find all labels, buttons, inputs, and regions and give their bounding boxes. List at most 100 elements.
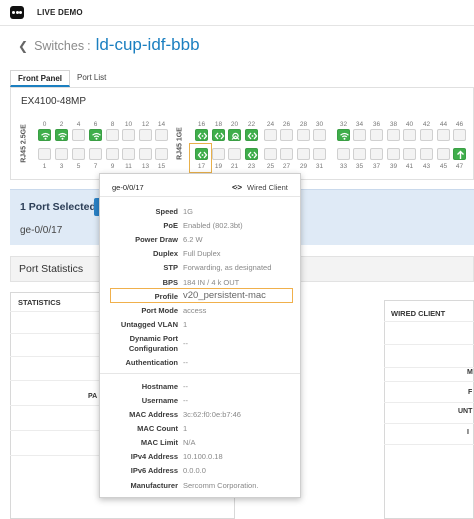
port-number-label: 40 — [405, 121, 414, 128]
port-29[interactable] — [297, 148, 310, 160]
port-16[interactable] — [195, 129, 208, 141]
popup-client-type: <·> Wired Client — [232, 183, 288, 192]
wired-client-row-label: I — [467, 429, 469, 436]
port-12[interactable] — [139, 129, 152, 141]
port-32[interactable] — [337, 129, 350, 141]
wired-client-icon: <·> — [232, 183, 242, 192]
port-36[interactable] — [370, 129, 383, 141]
port-number-label: 7 — [93, 163, 98, 170]
port-group-label-1ge: RJ45 1GE — [176, 127, 184, 160]
popup-value-ipv4: 10.100.0.18 — [183, 452, 223, 461]
port-18[interactable] — [212, 129, 225, 141]
port-41[interactable] — [403, 148, 416, 160]
port-34[interactable] — [353, 129, 366, 141]
port-21[interactable] — [228, 148, 241, 160]
port-number-label: 8 — [110, 121, 115, 128]
port-8[interactable] — [106, 129, 119, 141]
port-24[interactable] — [264, 129, 277, 141]
port-number-label: 37 — [372, 163, 381, 170]
port-28[interactable] — [297, 129, 310, 141]
port-45[interactable] — [437, 148, 450, 160]
port-number-label: 0 — [42, 121, 47, 128]
port-number-label: 3 — [59, 163, 64, 170]
port-22[interactable] — [245, 129, 258, 141]
wifi-icon — [41, 132, 50, 140]
port-number-label: 14 — [157, 121, 166, 128]
port-30[interactable] — [313, 129, 326, 141]
port-27[interactable] — [280, 148, 293, 160]
back-chevron-icon[interactable]: ❮ — [18, 39, 28, 53]
port-number-label: 28 — [299, 121, 308, 128]
port-number-label: 44 — [439, 121, 448, 128]
popup-value-untagged-vlan: 1 — [183, 320, 188, 329]
popup-key-ipv6: IPv6 Address — [130, 466, 178, 475]
port-35[interactable] — [353, 148, 366, 160]
view-tabs: Front Panel Port List — [10, 70, 113, 87]
popup-value-profile[interactable]: v20_persistent-mac — [183, 290, 266, 301]
wired-client-row-line — [384, 367, 474, 368]
port-number-label: 15 — [157, 163, 166, 170]
port-13[interactable] — [139, 148, 152, 160]
port-20[interactable] — [228, 129, 241, 141]
switch-model: EX4100-48MP — [21, 96, 87, 107]
port-26[interactable] — [280, 129, 293, 141]
port-31[interactable] — [313, 148, 326, 160]
port-3[interactable] — [55, 148, 68, 160]
port-number-label: 4 — [76, 121, 81, 128]
port-2[interactable] — [55, 129, 68, 141]
popup-client-type-label: Wired Client — [247, 183, 288, 192]
port-43[interactable] — [420, 148, 433, 160]
port-number-label: 29 — [299, 163, 308, 170]
port-number-label: 31 — [315, 163, 324, 170]
popup-value-mac-address: 3c:62:f0:0e:b7:46 — [183, 410, 241, 419]
port-25[interactable] — [264, 148, 277, 160]
port-42[interactable] — [420, 129, 433, 141]
selected-port-name: ge-0/0/17 — [20, 225, 63, 236]
port-number-label: 42 — [422, 121, 431, 128]
port-39[interactable] — [387, 148, 400, 160]
page-title: ld-cup-idf-bbb — [95, 35, 200, 54]
port-6[interactable] — [89, 129, 102, 141]
wired-client-divider — [384, 321, 474, 322]
port-0[interactable] — [38, 129, 51, 141]
popup-value-bps: 184 IN / 4 k OUT — [183, 278, 240, 287]
port-number-label: 6 — [93, 121, 98, 128]
port-46[interactable] — [453, 129, 466, 141]
port-47[interactable] — [453, 148, 466, 160]
uplink-arrow-icon — [457, 150, 464, 159]
port-number-label: 10 — [124, 121, 133, 128]
port-11[interactable] — [122, 148, 135, 160]
port-1[interactable] — [38, 148, 51, 160]
port-33[interactable] — [337, 148, 350, 160]
mist-logo-icon[interactable] — [10, 6, 24, 19]
port-38[interactable] — [387, 129, 400, 141]
popup-key-dynamic-port-config: Dynamic Port Configuration — [128, 334, 178, 353]
port-7[interactable] — [89, 148, 102, 160]
port-37[interactable] — [370, 148, 383, 160]
wired-client-row-line — [384, 381, 474, 382]
port-4[interactable] — [72, 129, 85, 141]
port-15[interactable] — [155, 148, 168, 160]
port-5[interactable] — [72, 148, 85, 160]
tab-port-list[interactable]: Port List — [70, 70, 113, 87]
port-number-label: 43 — [422, 163, 431, 170]
port-40[interactable] — [403, 129, 416, 141]
port-10[interactable] — [122, 129, 135, 141]
popup-key-port-mode: Port Mode — [141, 306, 178, 315]
port-14[interactable] — [155, 129, 168, 141]
popup-value-hostname: -- — [183, 382, 188, 391]
breadcrumb-switches-link[interactable]: Switches — [34, 39, 84, 53]
wired-client-row-label: M — [467, 369, 473, 376]
port-23[interactable] — [245, 148, 258, 160]
popup-key-mac-count: MAC Count — [137, 424, 178, 433]
port-number-label: 33 — [339, 163, 348, 170]
port-9[interactable] — [106, 148, 119, 160]
port-number-label: 11 — [125, 163, 132, 170]
port-number-label: 36 — [372, 121, 381, 128]
wifi-icon — [58, 132, 67, 140]
port-number-label: 24 — [266, 121, 275, 128]
port-number-label: 9 — [110, 163, 115, 170]
tab-front-panel[interactable]: Front Panel — [10, 70, 71, 87]
port-19[interactable] — [212, 148, 225, 160]
port-44[interactable] — [437, 129, 450, 141]
